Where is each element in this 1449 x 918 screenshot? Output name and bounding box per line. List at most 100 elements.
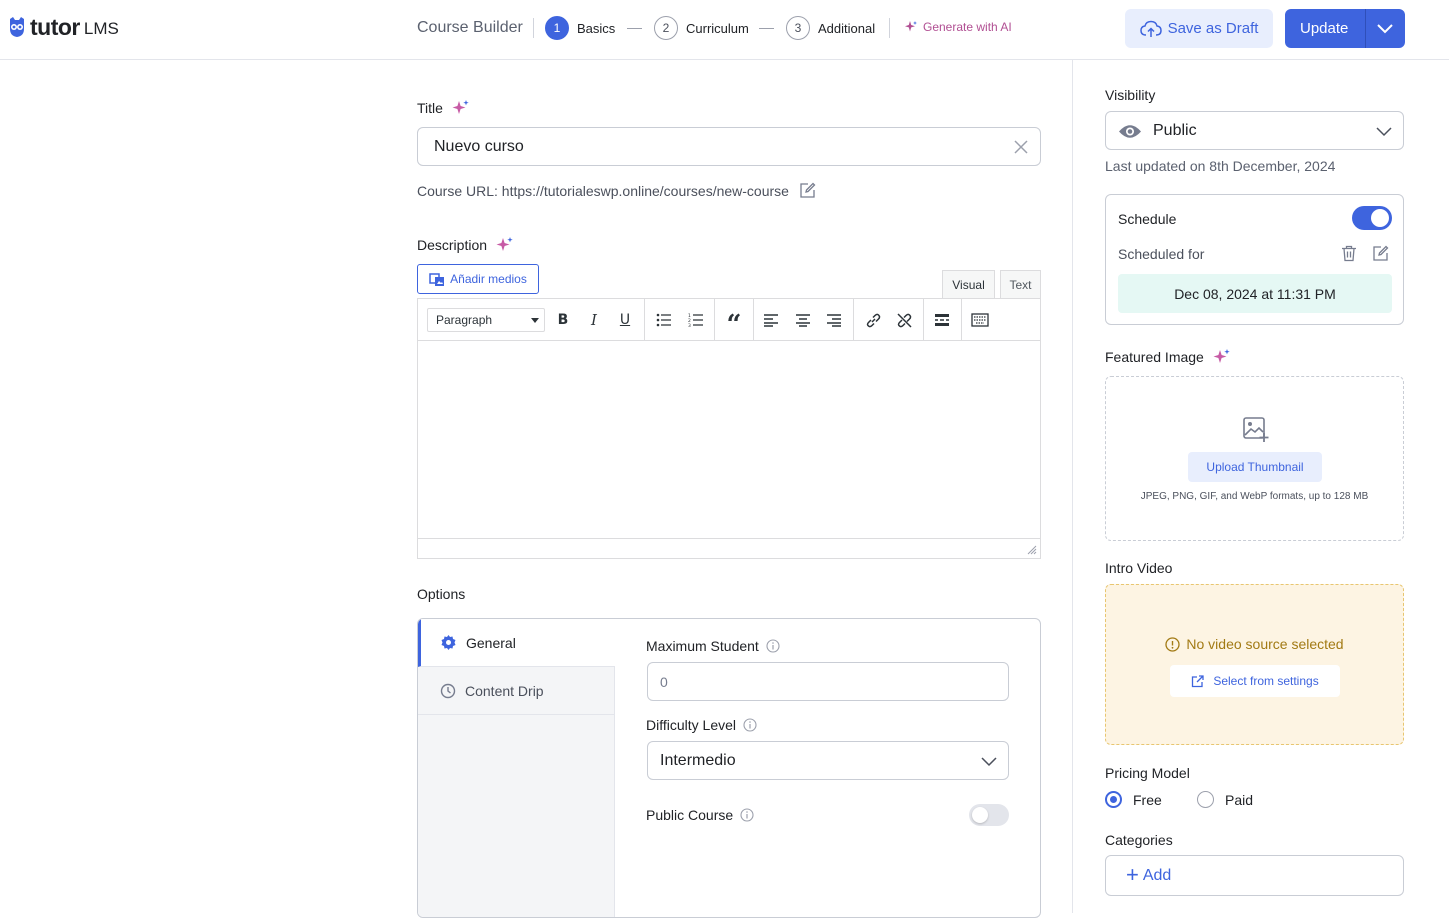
update-button[interactable]: Update <box>1300 20 1348 37</box>
title-input[interactable]: Nuevo curso <box>417 127 1041 166</box>
chevron-down-icon[interactable] <box>1376 21 1394 35</box>
bold-icon[interactable]: B <box>553 310 573 330</box>
add-media-button[interactable]: Añadir medios <box>417 264 539 294</box>
brand-name: tutor <box>30 13 80 40</box>
upload-thumbnail-button[interactable]: Upload Thumbnail <box>1188 452 1322 482</box>
step-connector <box>627 28 642 29</box>
italic-icon[interactable]: I <box>584 310 604 330</box>
step-number: 2 <box>654 16 678 40</box>
trash-icon[interactable] <box>1341 245 1357 262</box>
step-basics[interactable]: 1 Basics <box>545 16 615 40</box>
tab-visual[interactable]: Visual <box>942 270 995 298</box>
tab-content-drip[interactable]: Content Drip <box>418 667 615 715</box>
underline-icon[interactable]: U <box>615 310 635 330</box>
toolbar-separator <box>644 299 645 341</box>
generate-with-ai-button[interactable]: Generate with AI <box>904 20 1012 34</box>
button-divider <box>1365 9 1366 48</box>
add-image-icon <box>1243 417 1269 442</box>
step-label: Additional <box>818 20 876 36</box>
svg-text:3: 3 <box>688 323 691 327</box>
toggle-knob <box>1371 209 1389 227</box>
ai-sparkle-icon[interactable] <box>496 236 514 254</box>
public-course-toggle[interactable] <box>969 804 1009 826</box>
difficulty-value: Intermedio <box>660 752 736 769</box>
numbered-list-icon[interactable]: 123 <box>686 310 706 330</box>
intro-video-label: Intro Video <box>1105 560 1173 576</box>
featured-image-dropzone[interactable]: Upload Thumbnail JPEG, PNG, GIF, and Web… <box>1105 376 1404 541</box>
step-additional[interactable]: 3 Additional <box>786 16 875 40</box>
save-as-draft-button[interactable]: Save as Draft <box>1125 9 1273 48</box>
read-more-icon[interactable] <box>932 310 952 330</box>
options-label: Options <box>417 586 466 602</box>
sparkle-icon <box>905 21 917 32</box>
max-student-input[interactable]: 0 <box>647 662 1009 701</box>
last-updated: Last updated on 8th December, 2024 <box>1105 158 1336 174</box>
update-button-group: Update <box>1285 9 1405 48</box>
resize-handle-icon[interactable] <box>1027 545 1037 555</box>
brand-suffix: LMS <box>83 19 119 38</box>
pricing-paid-label: Paid <box>1225 791 1254 808</box>
toolbar-separator <box>961 299 962 341</box>
caret-down-icon <box>531 318 539 323</box>
difficulty-select[interactable]: Intermedio <box>647 741 1009 780</box>
toolbar-separator <box>923 299 924 341</box>
step-curriculum[interactable]: 2 Curriculum <box>654 16 749 40</box>
bullet-list-icon[interactable] <box>654 310 674 330</box>
clear-icon[interactable] <box>1013 139 1029 155</box>
clock-icon <box>440 683 456 698</box>
align-center-icon[interactable] <box>793 310 813 330</box>
max-student-value: 0 <box>660 674 668 690</box>
blockquote-icon[interactable]: “ <box>724 310 744 340</box>
add-category-label: Add <box>1142 866 1172 884</box>
chevron-down-icon <box>981 757 997 767</box>
align-left-icon[interactable] <box>761 310 781 330</box>
edit-icon[interactable] <box>799 182 816 199</box>
description-label: Description <box>417 236 514 254</box>
pricing-free-label: Free <box>1133 791 1162 808</box>
link-icon[interactable] <box>863 310 883 330</box>
ai-sparkle-icon[interactable] <box>1213 348 1231 366</box>
generate-ai-label: Generate with AI <box>923 20 1012 34</box>
options-tabs: General Content Drip <box>418 619 615 917</box>
course-builder-title: Course Builder <box>417 19 523 36</box>
media-icon <box>429 273 445 286</box>
tab-general[interactable]: General <box>418 619 615 667</box>
radio-indicator <box>1197 791 1214 808</box>
step-label: Basics <box>577 20 616 36</box>
select-from-settings-button[interactable]: Select from settings <box>1170 665 1340 697</box>
pricing-free-radio[interactable]: Free <box>1105 791 1162 808</box>
max-student-label-text: Maximum Student <box>646 638 759 654</box>
pricing-paid-radio[interactable]: Paid <box>1197 791 1253 808</box>
tab-text[interactable]: Text <box>1000 270 1041 298</box>
no-video-text: No video source selected <box>1186 636 1344 652</box>
plus-icon: + <box>1126 861 1139 887</box>
toggle-knob <box>972 807 988 823</box>
info-icon[interactable] <box>740 808 754 822</box>
edit-icon[interactable] <box>1372 245 1389 262</box>
add-category-button[interactable]: + Add <box>1105 855 1404 896</box>
visibility-select[interactable]: Public <box>1105 111 1404 150</box>
unlink-icon[interactable] <box>894 310 914 330</box>
title-label-text: Title <box>417 100 443 116</box>
toolbar-separator <box>753 299 754 341</box>
format-select[interactable]: Paragraph <box>427 308 545 332</box>
pricing-model-label: Pricing Model <box>1105 765 1190 781</box>
difficulty-label-text: Difficulty Level <box>646 717 737 733</box>
gear-icon <box>441 635 456 650</box>
categories-label: Categories <box>1105 832 1173 848</box>
info-icon[interactable] <box>766 639 780 653</box>
scheduled-date: Dec 08, 2024 at 11:31 PM <box>1118 274 1392 313</box>
featured-image-label-text: Featured Image <box>1105 349 1204 365</box>
external-link-icon <box>1192 674 1204 687</box>
intro-video-panel: No video source selected Select from set… <box>1105 584 1404 745</box>
schedule-toggle[interactable] <box>1352 206 1392 230</box>
difficulty-label: Difficulty Level <box>646 717 757 733</box>
description-editor[interactable]: Paragraph B I U 123 “ <box>417 298 1041 559</box>
ai-sparkle-icon[interactable] <box>452 99 470 117</box>
info-icon[interactable] <box>743 718 757 732</box>
toolbar-toggle-icon[interactable] <box>970 310 990 330</box>
public-course-label: Public Course <box>646 807 754 823</box>
tutor-lms-logo[interactable]: tutor LMS <box>7 13 119 41</box>
description-label-text: Description <box>417 237 488 253</box>
align-right-icon[interactable] <box>824 310 844 330</box>
